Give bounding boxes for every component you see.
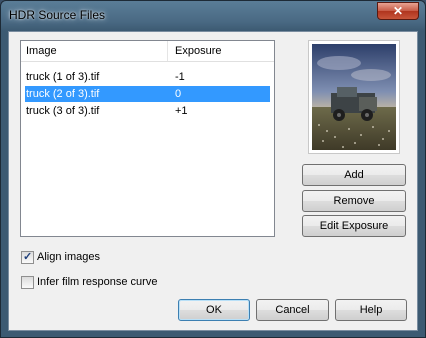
help-button[interactable]: Help xyxy=(335,299,407,321)
row-exposure: -1 xyxy=(175,71,185,83)
column-separator[interactable] xyxy=(167,41,168,61)
list-row[interactable]: truck (3 of 3).tif +1 xyxy=(25,103,270,119)
column-header-exposure[interactable]: Exposure xyxy=(175,45,221,57)
row-image-name: truck (2 of 3).tif xyxy=(26,88,100,100)
infer-film-response-label[interactable]: Infer film response curve xyxy=(37,276,157,288)
remove-button[interactable]: Remove xyxy=(302,190,406,212)
list-row-selected[interactable]: truck (2 of 3).tif 0 xyxy=(25,86,270,102)
row-image-name: truck (3 of 3).tif xyxy=(26,105,100,117)
row-image-name: truck (1 of 3).tif xyxy=(26,71,100,83)
align-images-label[interactable]: Align images xyxy=(37,251,100,263)
list-header: Image Exposure xyxy=(21,41,274,62)
dialog-client-area: Image Exposure truck (1 of 3).tif -1 tru… xyxy=(8,31,418,331)
truck-photo-image xyxy=(312,44,396,150)
row-exposure: +1 xyxy=(175,105,188,117)
image-preview-thumbnail xyxy=(308,40,400,154)
checkmark-icon: ✓ xyxy=(23,251,33,263)
title-bar[interactable]: HDR Source Files ✕ xyxy=(1,1,425,31)
source-files-list[interactable]: Image Exposure truck (1 of 3).tif -1 tru… xyxy=(20,40,275,237)
list-row[interactable]: truck (1 of 3).tif -1 xyxy=(25,69,270,85)
add-button[interactable]: Add xyxy=(302,164,406,186)
align-images-checkbox[interactable]: ✓ xyxy=(21,251,34,264)
edit-exposure-button[interactable]: Edit Exposure xyxy=(302,215,406,237)
close-button[interactable]: ✕ xyxy=(377,2,419,20)
infer-film-response-checkbox[interactable] xyxy=(21,276,34,289)
window-title: HDR Source Files xyxy=(9,8,106,22)
ok-button[interactable]: OK xyxy=(178,299,250,321)
list-side-area xyxy=(275,40,293,237)
column-header-image[interactable]: Image xyxy=(26,45,57,57)
close-icon: ✕ xyxy=(392,4,404,18)
row-exposure: 0 xyxy=(175,88,182,100)
cancel-button[interactable]: Cancel xyxy=(256,299,329,321)
dialog-window: HDR Source Files ✕ Image Exposure truck … xyxy=(0,0,426,338)
